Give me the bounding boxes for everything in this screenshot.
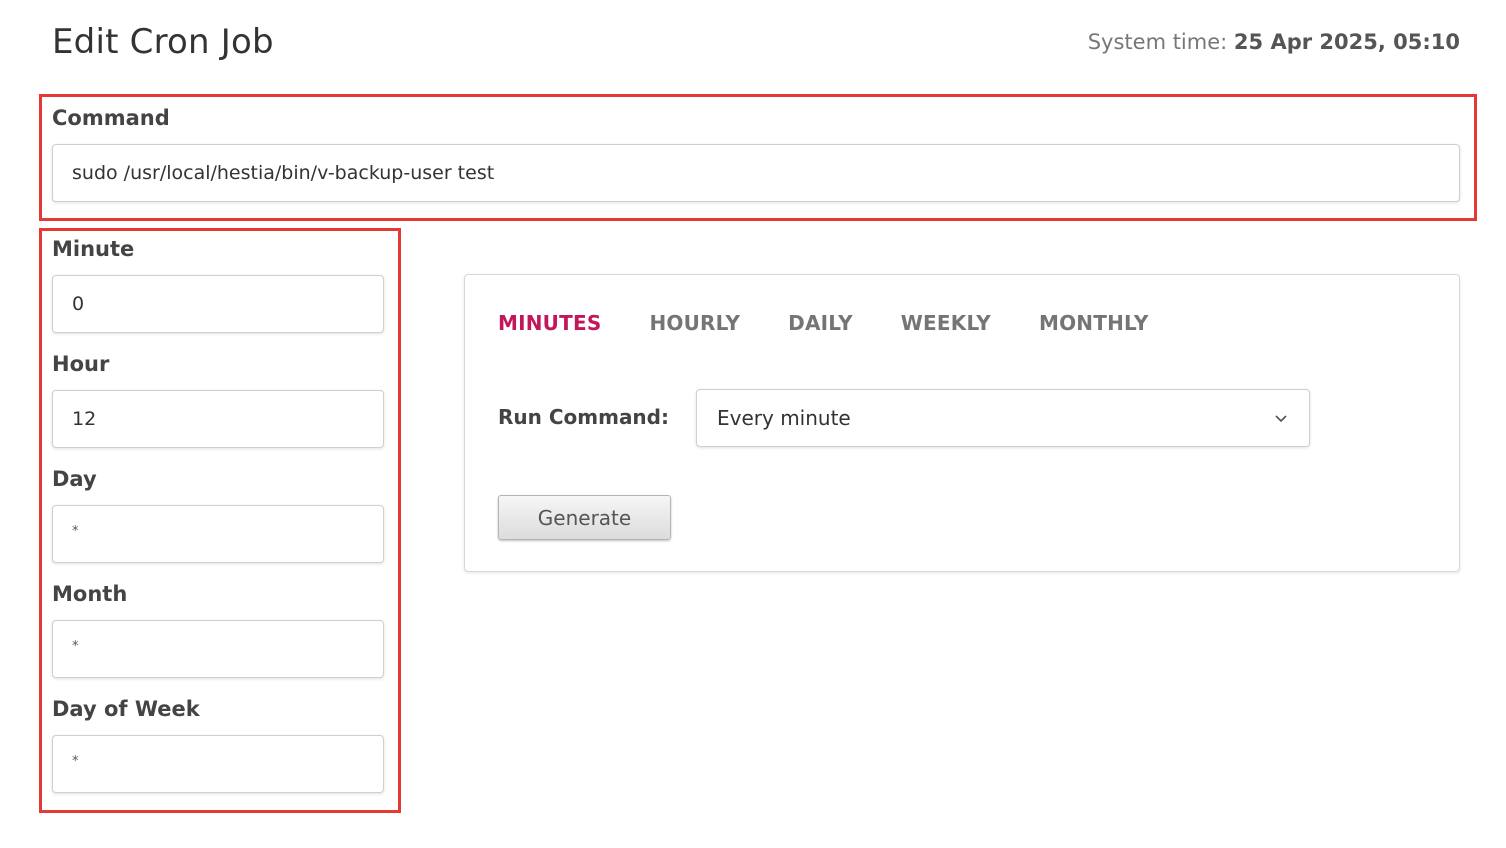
system-time-value: 25 Apr 2025, 05:10 <box>1233 30 1460 54</box>
run-command-selected-value: Every minute <box>717 406 851 430</box>
tab-daily[interactable]: DAILY <box>788 311 853 335</box>
system-time-label: System time: <box>1087 30 1228 54</box>
tab-hourly[interactable]: HOURLY <box>649 311 740 335</box>
edit-cron-page: Edit Cron Job System time: 25 Apr 2025, … <box>0 0 1506 848</box>
page-title: Edit Cron Job <box>52 22 274 62</box>
run-command-select[interactable]: Every minute <box>696 389 1310 447</box>
hour-input[interactable]: 12 <box>52 390 384 448</box>
day-input[interactable]: * <box>52 505 384 563</box>
command-label: Command <box>52 106 170 130</box>
hour-label: Hour <box>52 352 110 376</box>
run-command-label: Run Command: <box>498 405 669 429</box>
minute-input[interactable]: 0 <box>52 275 384 333</box>
day-label: Day <box>52 467 97 491</box>
tab-minutes[interactable]: MINUTES <box>498 311 601 335</box>
system-time: System time: 25 Apr 2025, 05:10 <box>1088 30 1460 54</box>
month-label: Month <box>52 582 128 606</box>
chevron-down-icon <box>1275 415 1287 423</box>
command-input[interactable]: sudo /usr/local/hestia/bin/v-backup-user… <box>52 144 1460 202</box>
generate-button[interactable]: Generate <box>498 495 671 540</box>
tab-monthly[interactable]: MONTHLY <box>1039 311 1149 335</box>
cron-generator-panel: MINUTES HOURLY DAILY WEEKLY MONTHLY Run … <box>464 274 1460 572</box>
generator-tabs: MINUTES HOURLY DAILY WEEKLY MONTHLY <box>498 311 1149 335</box>
day-of-week-input[interactable]: * <box>52 735 384 793</box>
tab-weekly[interactable]: WEEKLY <box>901 311 991 335</box>
day-of-week-label: Day of Week <box>52 697 200 721</box>
month-input[interactable]: * <box>52 620 384 678</box>
minute-label: Minute <box>52 237 135 261</box>
